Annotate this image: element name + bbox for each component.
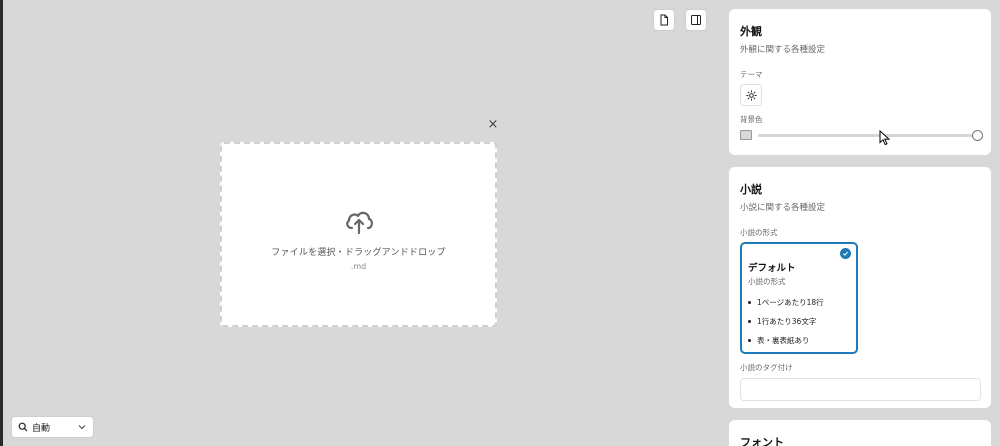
- cloud-upload-icon: [345, 211, 373, 234]
- check-icon: [840, 248, 851, 259]
- theme-label: テーマ: [740, 70, 763, 79]
- dropzone-label: ファイルを選択・ドラッグアンドドロップ: [271, 247, 446, 258]
- background-slider[interactable]: [758, 129, 983, 141]
- list-item: 1ページあたり18行: [748, 297, 850, 308]
- zoom-select[interactable]: 自動: [11, 416, 94, 438]
- background-color-row: [740, 129, 983, 141]
- novel-card: 小説 小説に関する各種設定 小説の形式 デフォルト 小説の形式 1ページあたり1…: [729, 167, 991, 408]
- format-option-title: デフォルト: [748, 263, 796, 274]
- format-option-features: 1ページあたり18行 1行あたり36文字 表・裏表紙あり: [748, 297, 850, 346]
- format-option-subtitle: 小説の形式: [748, 277, 786, 286]
- close-icon[interactable]: ×: [485, 116, 501, 132]
- window-edge: [0, 0, 3, 446]
- list-item: 1行あたり36文字: [748, 316, 850, 327]
- appearance-desc: 外観に関する各種設定: [740, 45, 826, 55]
- font-title: フォント: [740, 436, 784, 446]
- search-icon: [18, 422, 28, 432]
- chevron-down-icon: [78, 425, 86, 430]
- file-button[interactable]: [653, 9, 675, 31]
- novel-tag-input[interactable]: [740, 378, 981, 401]
- file-dropzone[interactable]: ファイルを選択・ドラッグアンドドロップ .md: [220, 142, 497, 327]
- list-item: 表・裏表紙あり: [748, 335, 850, 346]
- format-option-default[interactable]: デフォルト 小説の形式 1ページあたり18行 1行あたり36文字 表・裏表紙あり: [740, 242, 858, 354]
- font-card: フォント: [729, 420, 991, 446]
- dropzone-extension: .md: [350, 261, 367, 271]
- appearance-title: 外観: [740, 25, 762, 38]
- background-color-swatch[interactable]: [740, 130, 752, 140]
- appearance-card: 外観 外観に関する各種設定 テーマ 背景色: [729, 9, 991, 155]
- file-icon: [660, 14, 668, 26]
- mouse-cursor-icon: [879, 130, 891, 146]
- novel-title: 小説: [740, 183, 762, 196]
- novel-format-label: 小説の形式: [740, 228, 778, 237]
- sun-icon: [745, 89, 757, 101]
- novel-desc: 小説に関する各種設定: [740, 203, 826, 213]
- novel-tag-label: 小説のタグ付け: [740, 363, 793, 372]
- theme-toggle-button[interactable]: [740, 84, 762, 106]
- background-slider-knob[interactable]: [972, 129, 983, 141]
- zoom-value: 自動: [32, 423, 51, 434]
- sidebar-panel-icon: [691, 15, 701, 25]
- background-color-label: 背景色: [740, 115, 763, 124]
- sidebar-toggle-button[interactable]: [685, 9, 707, 31]
